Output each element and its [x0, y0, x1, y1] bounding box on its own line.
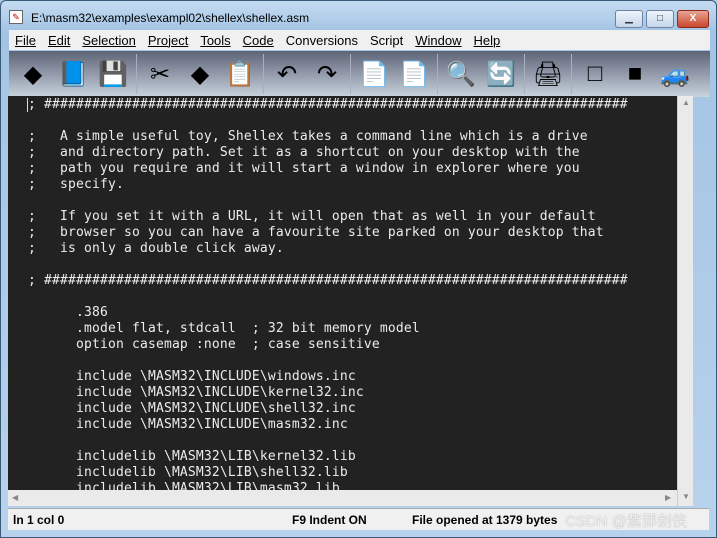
- code-line: .model flat, stdcall ; 32 bit memory mod…: [28, 321, 420, 336]
- code-editor[interactable]: ; ######################################…: [8, 96, 693, 490]
- open-button[interactable]: 📘: [53, 54, 93, 94]
- maximize-button[interactable]: □: [646, 10, 674, 28]
- code-line: ; ######################################…: [28, 97, 628, 112]
- menu-conversions[interactable]: Conversions: [280, 33, 364, 48]
- scroll-left-icon[interactable]: ◀: [12, 493, 18, 502]
- close-button[interactable]: X: [677, 10, 709, 28]
- scroll-up-icon[interactable]: ▲: [682, 98, 690, 107]
- run-icon: 🚙: [660, 60, 690, 88]
- undo-icon: ↶: [276, 60, 298, 88]
- menu-tools[interactable]: Tools: [194, 33, 236, 48]
- redo-icon: ↷: [316, 60, 338, 88]
- toolbar-separator: [437, 54, 438, 94]
- outdent-icon: 📄: [399, 60, 429, 88]
- code-text[interactable]: ; ######################################…: [28, 97, 628, 490]
- undo-button[interactable]: ↶: [267, 54, 307, 94]
- new-button[interactable]: ◆: [13, 54, 53, 94]
- menu-script[interactable]: Script: [364, 33, 409, 48]
- menu-edit[interactable]: Edit: [42, 33, 76, 48]
- cut-button[interactable]: ✂: [140, 54, 180, 94]
- menu-code[interactable]: Code: [237, 33, 280, 48]
- watermark: CSDN @紫郢剑侠: [565, 513, 687, 530]
- redo-button[interactable]: ↷: [307, 54, 347, 94]
- copy-button[interactable]: ◆: [180, 54, 220, 94]
- cut-icon: ✂: [149, 60, 171, 88]
- menu-selection[interactable]: Selection: [76, 33, 141, 48]
- file-status: File opened at 1379 bytes: [412, 513, 558, 527]
- code-line: include \MASM32\INCLUDE\masm32.inc: [28, 417, 348, 432]
- scroll-right-icon[interactable]: ▶: [665, 493, 671, 502]
- menu-project[interactable]: Project: [142, 33, 194, 48]
- print-button[interactable]: 🖨: [528, 54, 568, 94]
- window-button[interactable]: □: [575, 54, 615, 94]
- menu-file[interactable]: File: [9, 33, 42, 48]
- menu-bar: File Edit Selection Project Tools Code Convers…: [9, 30, 710, 50]
- code-line: ; path you require and it will start a w…: [28, 161, 580, 176]
- indent-button[interactable]: 📄: [354, 54, 394, 94]
- code-line: ; ######################################…: [28, 273, 628, 288]
- horizontal-scrollbar[interactable]: ◀ ▶: [8, 490, 677, 506]
- code-line: ; and directory path. Set it as a shortc…: [28, 145, 580, 160]
- toolbar-separator: [524, 54, 525, 94]
- find-button[interactable]: 🔍: [441, 54, 481, 94]
- code-line: ; browser so you can have a favourite si…: [28, 225, 604, 240]
- indent-status: F9 Indent ON: [292, 513, 367, 527]
- code-line: .386: [28, 305, 108, 320]
- window-title: E:\masm32\examples\exampl02\shellex\shel…: [31, 11, 310, 25]
- code-line: include \MASM32\INCLUDE\shell32.inc: [28, 401, 356, 416]
- toolbar-separator: [350, 54, 351, 94]
- paste-icon: 📋: [225, 60, 255, 88]
- paste-button[interactable]: 📋: [220, 54, 260, 94]
- save-icon: 💾: [98, 60, 128, 88]
- menu-help[interactable]: Help: [468, 33, 507, 48]
- code-line: includelib \MASM32\LIB\shell32.lib: [28, 465, 348, 480]
- copy-icon: ◆: [190, 60, 210, 88]
- cursor-position: ln 1 col 0: [13, 513, 65, 527]
- scroll-down-icon[interactable]: ▼: [682, 492, 690, 501]
- window-icon: □: [587, 60, 603, 87]
- code-line: ; specify.: [28, 177, 124, 192]
- find-icon: 🔍: [446, 60, 476, 88]
- open-icon: 📘: [58, 60, 88, 88]
- new-icon: ◆: [23, 60, 43, 88]
- toolbar-separator: [263, 54, 264, 94]
- code-line: include \MASM32\INCLUDE\kernel32.inc: [28, 385, 364, 400]
- title-bar: ✎ E:\masm32\examples\exampl02\shellex\sh…: [1, 1, 716, 31]
- console-icon: ■: [627, 60, 643, 87]
- code-line: ; A simple useful toy, Shellex takes a c…: [28, 129, 588, 144]
- replace-icon: 🔄: [486, 60, 516, 88]
- console-button[interactable]: ■: [615, 54, 655, 94]
- menu-window[interactable]: Window: [409, 33, 467, 48]
- vertical-scrollbar[interactable]: ▲ ▼: [677, 96, 693, 506]
- save-button[interactable]: 💾: [93, 54, 133, 94]
- code-line: ; If you set it with a URL, it will open…: [28, 209, 596, 224]
- toolbar: ◆ 📘 💾 ✂ ◆ 📋 ↶ ↷ 📄 📄 🔍 🔄 🖨 □ ■ 🚙: [9, 51, 710, 97]
- code-line: include \MASM32\INCLUDE\windows.inc: [28, 369, 356, 384]
- code-line: includelib \MASM32\LIB\masm32.lib: [28, 481, 340, 490]
- app-icon[interactable]: ✎: [9, 10, 23, 24]
- indent-icon: 📄: [359, 60, 389, 88]
- replace-button[interactable]: 🔄: [481, 54, 521, 94]
- toolbar-separator: [571, 54, 572, 94]
- print-icon: 🖨: [532, 60, 564, 88]
- code-line: includelib \MASM32\LIB\kernel32.lib: [28, 449, 356, 464]
- minimize-button[interactable]: ▁: [615, 10, 643, 28]
- code-line: option casemap :none ; case sensitive: [28, 337, 380, 352]
- toolbar-separator: [136, 54, 137, 94]
- run-button[interactable]: 🚙: [655, 54, 695, 94]
- code-line: ; is only a double click away.: [28, 241, 284, 256]
- outdent-button[interactable]: 📄: [394, 54, 434, 94]
